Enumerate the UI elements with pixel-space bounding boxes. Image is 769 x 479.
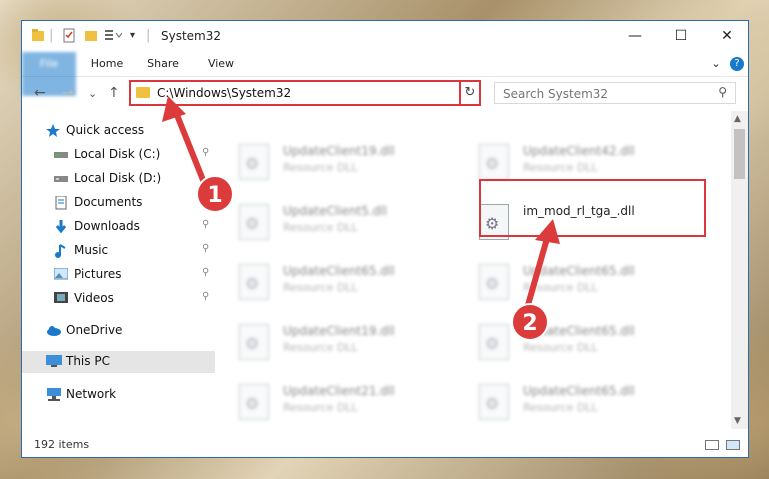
arrowhead-up-right-icon (535, 219, 560, 244)
arrow-to-file (525, 234, 551, 306)
step-badge-2: 2 (511, 303, 549, 341)
step-badge-1: 1 (196, 175, 234, 213)
arrow-to-address-bar (172, 108, 208, 187)
arrowhead-up-left-icon (162, 96, 186, 122)
annotation-arrows (162, 96, 560, 306)
